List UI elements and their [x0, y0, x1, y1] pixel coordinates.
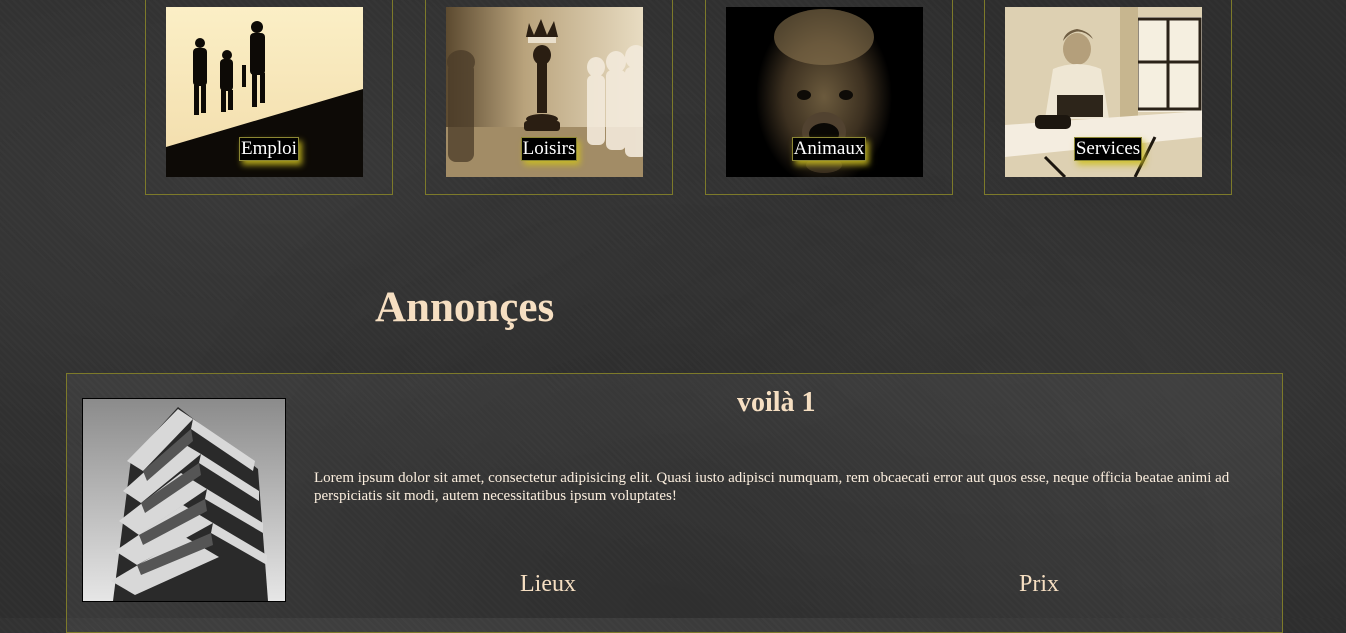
category-label-services[interactable]: Services — [1073, 137, 1143, 161]
category-card-emploi[interactable]: Emploi — [145, 0, 393, 195]
annonce-card[interactable]: voilà 1 Lorem ipsum dolor sit amet, cons… — [66, 373, 1283, 633]
category-label-emploi[interactable]: Emploi — [239, 137, 299, 161]
category-card-animaux[interactable]: Animaux — [705, 0, 953, 195]
annonce-prix-label: Prix — [1019, 571, 1060, 597]
category-card-services[interactable]: Services — [984, 0, 1232, 195]
category-label-animaux[interactable]: Animaux — [791, 137, 867, 161]
annonce-description: Lorem ipsum dolor sit amet, consectetur … — [314, 470, 1230, 504]
annonce-title[interactable]: voilà 1 — [737, 386, 816, 420]
category-label-loisirs[interactable]: Loisirs — [520, 137, 578, 161]
category-card-loisirs[interactable]: Loisirs — [425, 0, 673, 195]
section-title: Annonçes — [375, 284, 555, 331]
building-photo-image[interactable] — [82, 398, 286, 602]
annonce-lieux-label: Lieux — [520, 571, 576, 597]
